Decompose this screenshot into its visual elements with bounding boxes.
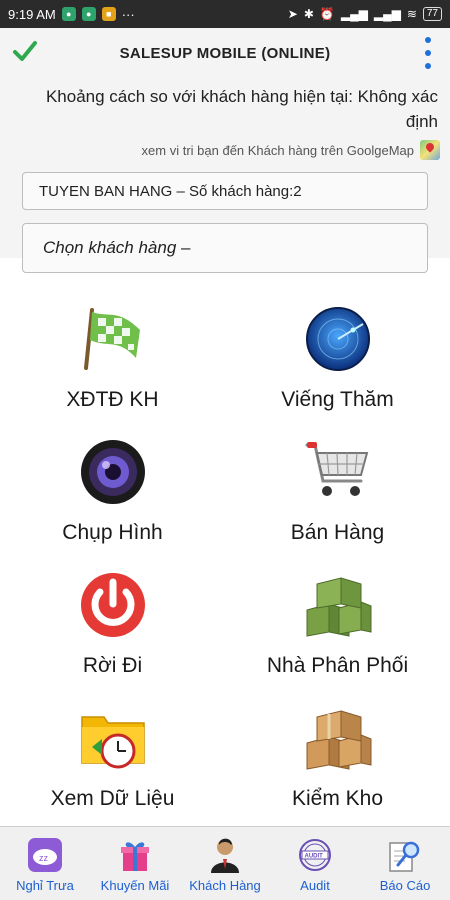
shopping-cart-icon [305,442,368,496]
battery-icon: 77 [422,7,442,21]
route-selector[interactable]: TUYEN BAN HANG – Số khách hàng:2 [22,172,428,210]
radar-icon [305,307,370,371]
tile-xdtd-kh[interactable]: XĐTĐ KH [0,290,225,423]
main-menu-grid: XĐTĐ KH Viếng Thăm Chụp Hình Bán Hàng Rờ… [0,290,450,825]
tile-label: Bán Hàng [290,521,385,544]
tile-roi-di[interactable]: Rời Đi [0,556,225,689]
checkered-flag-icon [83,308,140,370]
bottom-navigation: zz Nghỉ Trưa Khuyến Mãi Khách Hàng AUDIT… [0,826,450,900]
status-bar: 9:19 AM ● ● ■ ··· ➤ ✱ ⏰ ▂▄▆ ▂▄▆ ≋ 77 [0,0,450,28]
nav-khuyen-mai[interactable]: Khuyến Mãi [90,827,180,900]
alarm-icon: ⏰ [319,7,335,21]
tile-xem-du-lieu[interactable]: Xem Dữ Liệu [0,689,225,822]
notification-app-icon: ● [61,7,76,21]
green-boxes-icon [306,577,371,637]
tile-chup-hinh[interactable]: Chụp Hình [0,423,225,556]
tile-nha-phan-phoi[interactable]: Nhà Phân Phối [225,556,450,689]
nav-label: Báo Cáo [379,877,431,893]
notification-app-icon: ● [81,7,96,21]
map-link[interactable]: xem vi tri bạn đến Khách hàng trên Goolg… [0,134,450,160]
notification-app-icon: ■ [101,7,116,21]
customer-selector[interactable]: Chọn khách hàng – [22,223,428,273]
app-title: SALESUP MOBILE (ONLINE) [119,44,331,62]
tile-label: XĐTĐ KH [66,388,159,411]
header-panel: SALESUP MOBILE (ONLINE) Khoảng cách so v… [0,28,450,273]
google-map-icon[interactable] [420,140,440,160]
signal-icon: ▂▄▆ [373,7,401,21]
tile-kiem-kho[interactable]: Kiểm Kho [225,689,450,822]
tile-label: Nhà Phân Phối [266,654,409,677]
more-notifications-icon: ··· [121,6,135,22]
wifi-icon: ≋ [406,7,417,21]
folder-clock-icon [80,716,145,769]
power-icon [80,573,145,637]
report-magnifier-icon [389,841,420,872]
status-time: 9:19 AM [8,6,56,22]
bluetooth-icon: ✱ [303,7,314,21]
nav-bao-cao[interactable]: Báo Cáo [360,827,450,900]
audit-stamp-icon: AUDIT [299,838,331,871]
location-icon: ➤ [287,7,298,21]
tile-vieng-tham[interactable]: Viếng Thăm [225,290,450,423]
route-text: TUYEN BAN HANG – Số khách hàng:2 [39,182,302,200]
nav-label: Audit [300,877,330,893]
person-icon [211,838,239,873]
distance-text: Khoảng cách so với khách hàng hiện tại: … [45,87,438,131]
nav-label: Khuyến Mãi [100,877,170,893]
nav-audit[interactable]: AUDIT Audit [270,827,360,900]
svg-text:zz: zz [39,853,49,863]
gift-icon [121,841,149,871]
tile-label: Xem Dữ Liệu [50,787,175,810]
overflow-menu-icon[interactable] [424,37,432,69]
cardboard-boxes-icon [306,710,371,770]
online-check-icon[interactable] [12,38,38,64]
signal-icon: ▂▄▆ [340,7,368,21]
camera-lens-icon [80,440,145,504]
nav-label: Khách Hàng [189,877,261,893]
tile-label: Kiểm Kho [291,787,384,810]
nav-khach-hang[interactable]: Khách Hàng [180,827,270,900]
svg-text:AUDIT: AUDIT [305,853,324,859]
tile-label: Chụp Hình [62,521,163,544]
customer-placeholder: Chọn khách hàng – [43,238,191,257]
nav-label: Nghỉ Trưa [16,877,74,893]
nav-nghi-trua[interactable]: zz Nghỉ Trưa [0,827,90,900]
app-bar: SALESUP MOBILE (ONLINE) [0,28,450,78]
tile-label: Rời Đi [82,654,143,677]
map-link-text: xem vi tri bạn đến Khách hàng trên Goolg… [141,142,414,158]
tile-ban-hang[interactable]: Bán Hàng [225,423,450,556]
sleep-icon: zz [28,837,62,872]
tile-label: Viếng Thăm [281,388,394,411]
